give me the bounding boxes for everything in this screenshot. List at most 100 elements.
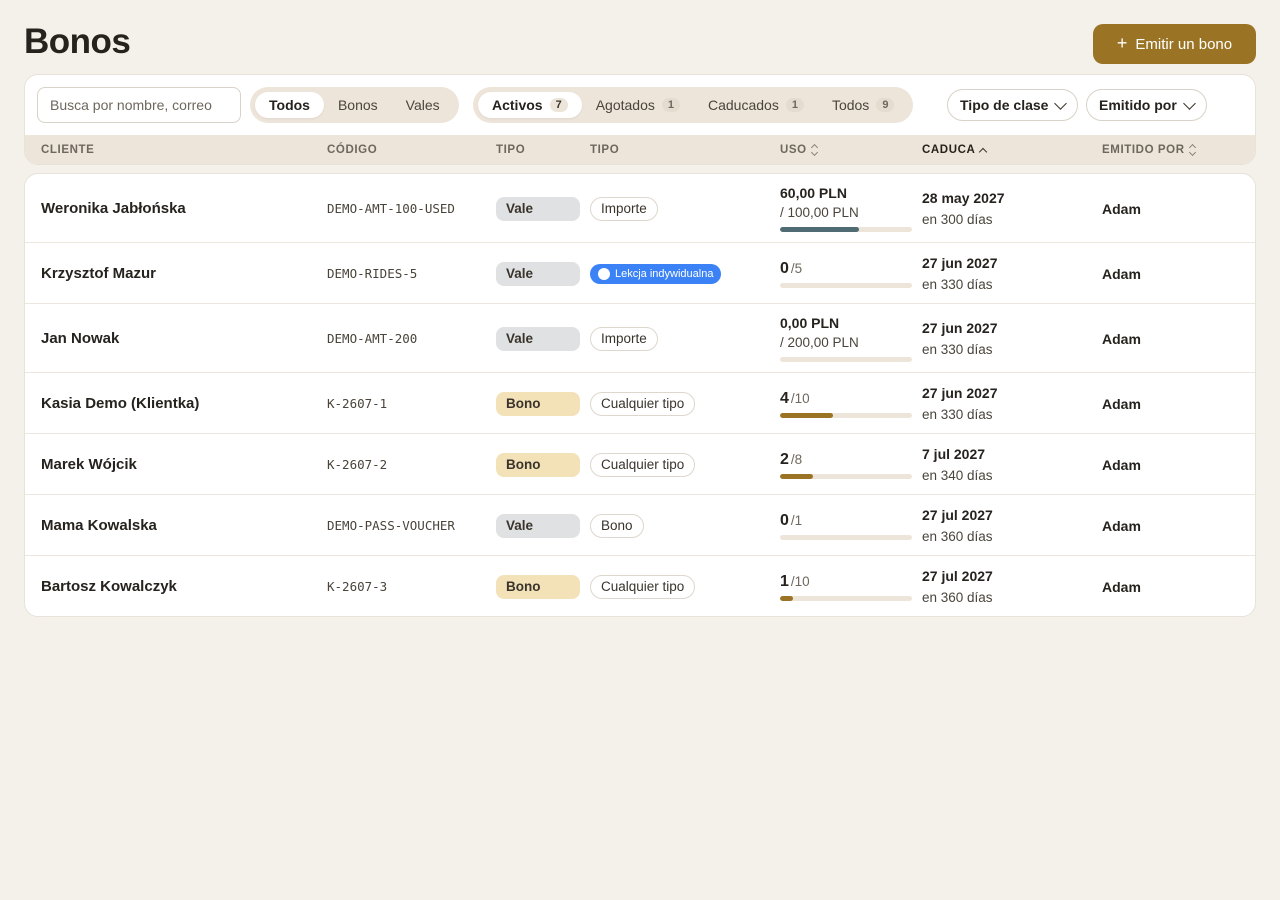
status-tab-label: Caducados <box>708 97 779 113</box>
scope-chip: Cualquier tipo <box>590 452 696 477</box>
scope-chip: Bono <box>590 513 644 538</box>
expiry-date: 27 jun 2027 <box>922 319 998 336</box>
usage-used: 0 <box>780 260 789 277</box>
status-tab-label: Agotados <box>595 97 655 113</box>
status-tab-count-badge: 9 <box>876 98 895 112</box>
type-badge: Vale <box>496 326 580 351</box>
usage-progress-bar <box>780 413 912 418</box>
expiry-date: 27 jul 2027 <box>922 567 993 584</box>
usage-cell: 0,00 PLN / 200,00 PLN <box>780 314 912 362</box>
kind-tab-vales[interactable]: Vales <box>392 92 454 118</box>
issued-by: Adam <box>1102 456 1141 473</box>
table-header: CLIENTE CÓDIGO TIPO TIPO USO CADUCA EMIT… <box>25 135 1255 164</box>
voucher-code: DEMO-AMT-100-USED <box>327 201 455 216</box>
usage-progress-fill <box>780 413 833 418</box>
expiry-date: 27 jun 2027 <box>922 384 998 401</box>
status-tab-activos[interactable]: Activos 7 <box>478 92 582 118</box>
kind-tab-todos[interactable]: Todos <box>255 92 324 118</box>
class-type-chip: Lekcja indywidualna <box>590 263 722 284</box>
table-row[interactable]: Kasia Demo (Klientka) K-2607-1 Bono Cualqui… <box>25 373 1255 434</box>
usage-progress-bar <box>780 535 912 540</box>
search-input[interactable] <box>37 87 241 123</box>
issued-by-dropdown[interactable]: Emitido por <box>1086 89 1207 121</box>
expiry-relative: en 360 días <box>922 589 993 605</box>
usage-total: /5 <box>790 261 803 276</box>
kind-tab-label: Bonos <box>337 97 378 113</box>
table-row[interactable]: Marek Wójcik K-2607-2 Bono Cualquier tipo 2/… <box>25 434 1255 495</box>
scope-chip: Importe <box>590 326 658 351</box>
type-badge: Vale <box>496 261 580 286</box>
client-name: Kasia Demo (Klientka) <box>41 395 200 412</box>
status-tab-todos[interactable]: Todos 9 <box>818 92 908 118</box>
client-name: Marek Wójcik <box>41 456 137 473</box>
table-row[interactable]: Bartosz Kowalczyk K-2607-3 Bono Cualquier t… <box>25 556 1255 616</box>
table-row[interactable]: Mama Kowalska DEMO-PASS-VOUCHER Vale Bono 0/… <box>25 495 1255 556</box>
usage-progress-bar <box>780 227 912 232</box>
usage-progress-bar <box>780 474 912 479</box>
expiry-relative: en 330 días <box>922 406 993 422</box>
usage-total: / 200,00 PLN <box>780 335 859 350</box>
expiry-relative: en 300 días <box>922 211 993 227</box>
usage-used: 0,00 PLN <box>780 315 840 331</box>
expiry-date: 7 jul 2027 <box>922 445 986 462</box>
usage-progress-bar <box>780 357 912 362</box>
usage-value: 0/1 <box>780 511 802 530</box>
class-type-dropdown-label: Tipo de clase <box>960 97 1049 113</box>
page-title: Bonos <box>24 22 131 61</box>
status-filter-tabs: Activos 7 Agotados 1 Caducados 1 Todos 9 <box>473 87 914 123</box>
table-row[interactable]: Jan Nowak DEMO-AMT-200 Vale Importe 0,00 PLN… <box>25 304 1255 373</box>
issued-by: Adam <box>1102 578 1141 595</box>
column-header-expires[interactable]: CADUCA <box>922 135 988 164</box>
usage-used: 2 <box>780 451 789 468</box>
usage-total: /10 <box>790 574 810 589</box>
emit-bono-button[interactable]: + Emitir un bono <box>1093 24 1256 64</box>
column-header-type: TIPO <box>496 144 526 156</box>
usage-total: /8 <box>790 452 803 467</box>
usage-used: 1 <box>780 573 789 590</box>
status-tab-label: Todos <box>831 97 870 113</box>
bonos-table: Weronika Jabłońska DEMO-AMT-100-USED Vale I… <box>24 173 1256 617</box>
kind-tab-label: Todos <box>269 97 310 113</box>
column-header-issued-by[interactable]: EMITIDO POR <box>1102 135 1196 164</box>
voucher-code: DEMO-AMT-200 <box>327 331 418 346</box>
expiry-cell: 27 jul 2027 en 360 días <box>922 567 993 607</box>
sort-icon <box>1188 143 1196 157</box>
usage-used: 0 <box>780 512 789 529</box>
status-tab-agotados[interactable]: Agotados 1 <box>582 92 694 118</box>
voucher-code: K-2607-1 <box>327 396 388 411</box>
usage-cell: 2/8 <box>780 450 912 479</box>
plus-icon: + <box>1116 33 1128 53</box>
issued-by: Adam <box>1102 517 1141 534</box>
kind-tab-bonos[interactable]: Bonos <box>324 92 392 118</box>
kind-tab-label: Vales <box>405 97 440 113</box>
column-header-code: CÓDIGO <box>327 144 378 156</box>
status-tab-caducados[interactable]: Caducados 1 <box>694 92 818 118</box>
status-tab-count-badge: 1 <box>661 98 680 112</box>
scope-chip: Cualquier tipo <box>590 391 696 416</box>
usage-cell: 4/10 <box>780 389 912 418</box>
scope-chip: Cualquier tipo <box>590 574 696 599</box>
status-tab-label: Activos <box>492 97 543 113</box>
class-color-dot-icon <box>598 267 610 280</box>
sort-icon <box>810 143 818 157</box>
filter-panel: Todos Bonos Vales Activos7 Agotados 1 Caducad… <box>24 74 1256 165</box>
issued-by: Adam <box>1102 330 1141 347</box>
client-name: Mama Kowalska <box>41 517 157 534</box>
expiry-cell: 27 jun 2027 en 330 días <box>922 254 998 294</box>
chevron-down-icon <box>1054 96 1068 110</box>
usage-value: 60,00 PLN <box>780 184 847 202</box>
table-row[interactable]: Weronika Jabłońska DEMO-AMT-100-USED Vale I… <box>25 174 1255 243</box>
column-header-usage[interactable]: USO <box>780 135 818 164</box>
column-header-client: CLIENTE <box>41 144 95 156</box>
issued-by: Adam <box>1102 265 1141 282</box>
usage-cell: 1/10 <box>780 572 912 601</box>
usage-cell: 0/5 <box>780 259 912 288</box>
usage-cell: 0/1 <box>780 511 912 540</box>
expiry-relative: en 340 días <box>922 467 993 483</box>
issued-by: Adam <box>1102 395 1141 412</box>
table-row[interactable]: Krzysztof Mazur DEMO-RIDES-5 Vale Lekcja in… <box>25 243 1255 304</box>
class-type-dropdown[interactable]: Tipo de clase <box>947 89 1079 121</box>
sort-ascending-icon <box>979 147 988 156</box>
usage-value: 0,00 PLN <box>780 314 839 332</box>
usage-progress-bar <box>780 596 912 601</box>
